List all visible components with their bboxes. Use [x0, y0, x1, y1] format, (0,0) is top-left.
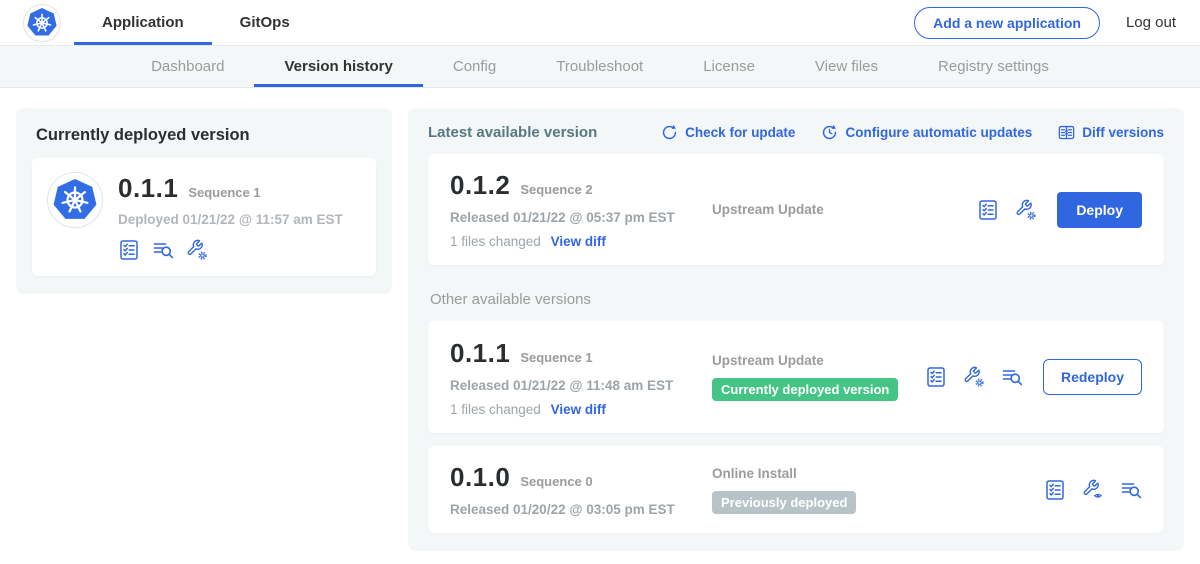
subnav-view-files[interactable]: View files — [785, 46, 908, 87]
edit-config-icon[interactable] — [963, 366, 985, 388]
latest-available-title: Latest available version — [428, 124, 597, 141]
main-content: Currently deployed version 0.1.1 Sequenc… — [0, 88, 1200, 551]
release-notes-icon[interactable] — [1044, 479, 1066, 501]
app-icon — [48, 173, 102, 227]
version-source: Online Install — [712, 466, 1044, 481]
configure-automatic-updates-label: Configure automatic updates — [845, 125, 1032, 140]
version-source: Upstream Update — [712, 353, 925, 368]
configure-automatic-updates-link[interactable]: Configure automatic updates — [821, 124, 1032, 141]
top-tabs: Application GitOps — [74, 0, 318, 45]
logout-link[interactable]: Log out — [1126, 14, 1176, 31]
diff-versions-link[interactable]: Diff versions — [1058, 124, 1164, 141]
deployed-version-card: 0.1.1 Sequence 1 Deployed 01/21/22 @ 11:… — [32, 158, 376, 276]
released-timestamp: Released 01/21/22 @ 05:37 pm EST — [450, 210, 712, 225]
version-number: 0.1.2 — [450, 170, 510, 201]
deployed-panel-title: Currently deployed version — [32, 126, 376, 145]
edit-config-icon[interactable] — [186, 239, 208, 261]
version-history-panel: Latest available version Check for updat… — [408, 108, 1184, 551]
subnav-dashboard[interactable]: Dashboard — [121, 46, 254, 87]
view-logs-icon[interactable] — [1120, 479, 1142, 501]
clock-refresh-icon — [821, 124, 838, 141]
check-for-update-label: Check for update — [685, 125, 795, 140]
deployed-timestamp: Deployed 01/21/22 @ 11:57 am EST — [118, 212, 343, 227]
subnav-registry-settings[interactable]: Registry settings — [908, 46, 1079, 87]
app-brand — [24, 0, 60, 45]
other-available-title: Other available versions — [430, 291, 1164, 308]
edit-config-icon[interactable] — [1015, 199, 1037, 221]
version-card-0-1-1: 0.1.1 Sequence 1 Released 01/21/22 @ 11:… — [428, 321, 1164, 433]
kubernetes-logo — [24, 5, 60, 41]
version-number: 0.1.0 — [450, 462, 510, 493]
release-notes-icon[interactable] — [925, 366, 947, 388]
version-sequence: Sequence 0 — [520, 474, 592, 489]
deployed-sequence: Sequence 1 — [188, 185, 260, 200]
top-header: Application GitOps Add a new application… — [0, 0, 1200, 46]
subnav-config[interactable]: Config — [423, 46, 526, 87]
tab-application[interactable]: Application — [74, 0, 212, 45]
refresh-icon — [661, 124, 678, 141]
version-card-0-1-2: 0.1.2 Sequence 2 Released 01/21/22 @ 05:… — [428, 154, 1164, 265]
check-for-update-link[interactable]: Check for update — [661, 124, 795, 141]
release-notes-icon[interactable] — [118, 239, 140, 261]
tab-gitops[interactable]: GitOps — [212, 0, 318, 45]
subnav-license[interactable]: License — [673, 46, 785, 87]
view-config-icon[interactable] — [1082, 479, 1104, 501]
previously-deployed-badge: Previously deployed — [712, 491, 856, 514]
version-sequence: Sequence 2 — [520, 182, 592, 197]
currently-deployed-badge: Currently deployed version — [712, 378, 898, 401]
currently-deployed-panel: Currently deployed version 0.1.1 Sequenc… — [16, 108, 392, 294]
deploy-button[interactable]: Deploy — [1057, 192, 1142, 228]
view-diff-link[interactable]: View diff — [551, 402, 606, 417]
app-subnav: Dashboard Version history Config Trouble… — [0, 46, 1200, 88]
version-sequence: Sequence 1 — [520, 350, 592, 365]
helm-wheel-icon — [59, 184, 91, 216]
view-logs-icon[interactable] — [152, 239, 174, 261]
version-number: 0.1.1 — [450, 338, 510, 369]
add-application-button[interactable]: Add a new application — [914, 7, 1100, 39]
released-timestamp: Released 01/20/22 @ 03:05 pm EST — [450, 502, 712, 517]
helm-wheel-icon — [31, 12, 53, 34]
release-notes-icon[interactable] — [977, 199, 999, 221]
redeploy-button[interactable]: Redeploy — [1043, 359, 1142, 395]
released-timestamp: Released 01/21/22 @ 11:48 am EST — [450, 378, 712, 393]
header-right: Add a new application Log out — [914, 0, 1176, 45]
diff-versions-label: Diff versions — [1082, 125, 1164, 140]
files-changed-label: 1 files changed — [450, 402, 541, 417]
version-source: Upstream Update — [712, 202, 977, 217]
diff-icon — [1058, 124, 1075, 141]
view-diff-link[interactable]: View diff — [551, 234, 606, 249]
deployed-version-number: 0.1.1 — [118, 173, 178, 204]
subnav-troubleshoot[interactable]: Troubleshoot — [526, 46, 673, 87]
view-logs-icon[interactable] — [1001, 366, 1023, 388]
version-card-0-1-0: 0.1.0 Sequence 0 Released 01/20/22 @ 03:… — [428, 446, 1164, 533]
files-changed-label: 1 files changed — [450, 234, 541, 249]
subnav-version-history[interactable]: Version history — [254, 46, 422, 87]
